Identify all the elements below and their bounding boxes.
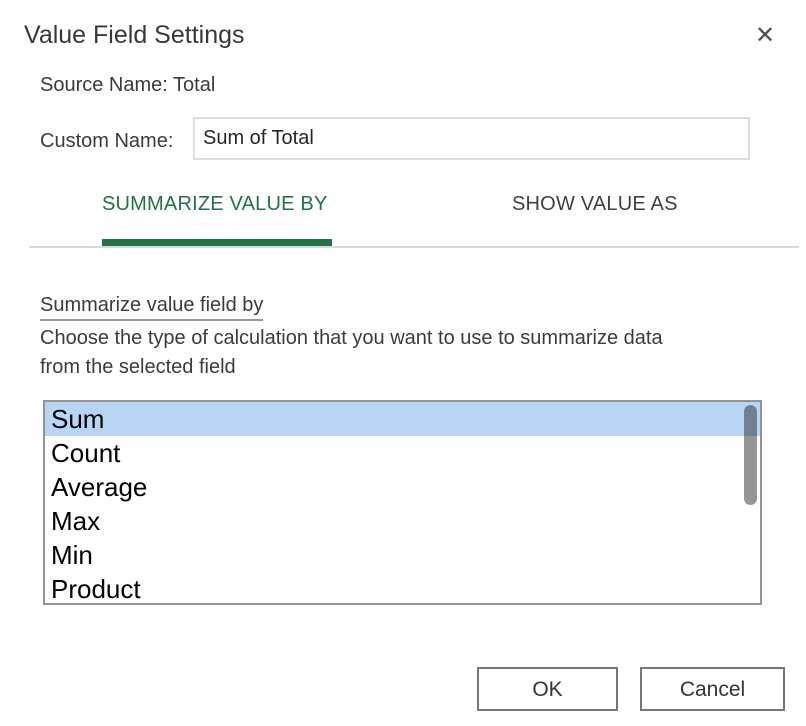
- section-description: Choose the type of calculation that you …: [40, 324, 760, 382]
- list-item-average[interactable]: Average: [45, 470, 760, 504]
- section-description-line2: from the selected field: [40, 353, 760, 382]
- tab-summarize-value-by[interactable]: SUMMARIZE VALUE BY: [102, 193, 328, 216]
- active-tab-underline: [102, 239, 332, 246]
- list-item-product[interactable]: Product: [45, 572, 760, 605]
- list-item-count[interactable]: Count: [45, 436, 760, 470]
- custom-name-input[interactable]: [193, 117, 750, 160]
- summarize-function-listbox[interactable]: Sum Count Average Max Min Product: [43, 400, 762, 605]
- list-item-min[interactable]: Min: [45, 538, 760, 572]
- list-item-max[interactable]: Max: [45, 504, 760, 538]
- section-description-line1: Choose the type of calculation that you …: [40, 324, 760, 353]
- tab-show-value-as[interactable]: SHOW VALUE AS: [512, 193, 678, 216]
- dialog-title: Value Field Settings: [24, 21, 245, 50]
- cancel-button[interactable]: Cancel: [640, 667, 785, 711]
- section-heading: Summarize value field by: [40, 294, 263, 321]
- list-item-sum[interactable]: Sum: [45, 402, 760, 436]
- custom-name-label: Custom Name:: [40, 130, 173, 153]
- tabs-divider: [29, 246, 799, 248]
- scrollbar-thumb[interactable]: [744, 405, 757, 505]
- ok-button[interactable]: OK: [477, 667, 618, 711]
- source-name-label: Source Name: Total: [40, 74, 215, 97]
- close-icon[interactable]: ✕: [749, 20, 781, 52]
